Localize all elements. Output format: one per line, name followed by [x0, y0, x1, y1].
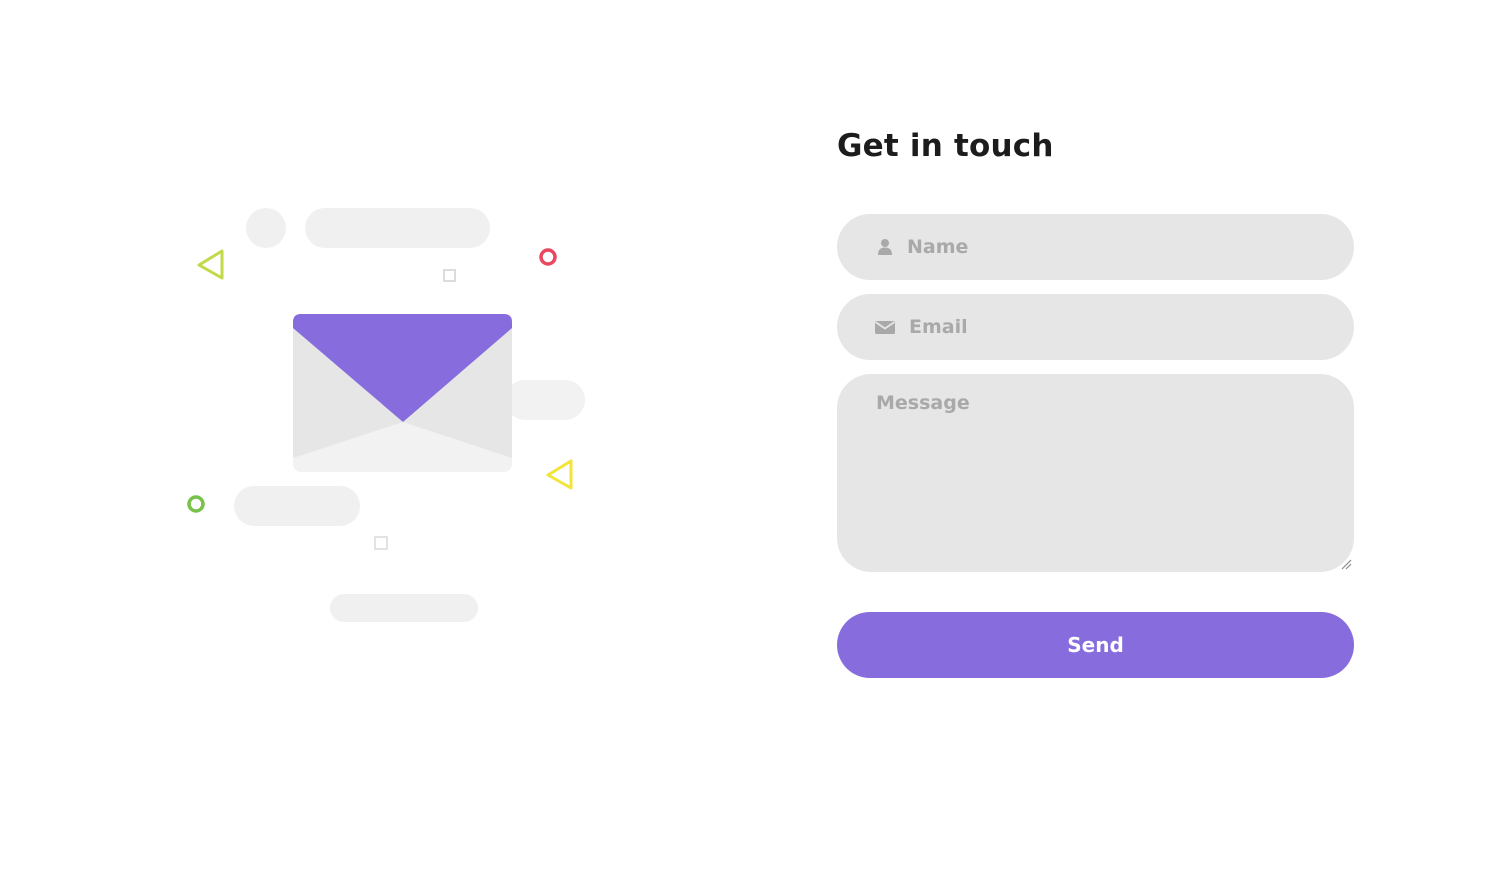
contact-form: Get in touch Name Email Message Send	[837, 120, 1354, 678]
blurred-bar	[234, 486, 360, 526]
envelope-graphic	[293, 314, 512, 472]
blurred-bar	[305, 208, 490, 248]
blurred-circle	[246, 208, 286, 248]
user-icon	[875, 237, 895, 257]
blurred-bar	[330, 594, 478, 622]
small-square-shape	[374, 536, 388, 550]
yellow-triangle-shape	[546, 459, 573, 490]
small-square-shape	[443, 269, 456, 282]
blurred-bar	[505, 380, 585, 420]
name-field-container[interactable]	[837, 214, 1354, 280]
red-ring-shape	[539, 248, 557, 266]
message-field-container[interactable]	[837, 374, 1354, 572]
name-input[interactable]	[905, 226, 1329, 268]
form-title: Get in touch	[837, 128, 1054, 164]
green-triangle-shape	[197, 249, 224, 280]
green-ring-shape	[187, 495, 205, 513]
illustration-svg	[187, 208, 585, 622]
contact-illustration	[0, 0, 760, 870]
email-input[interactable]	[907, 306, 1331, 348]
message-textarea[interactable]	[876, 392, 1336, 562]
resize-handle-icon[interactable]	[1340, 558, 1352, 570]
send-button[interactable]: Send	[837, 612, 1354, 678]
contact-page: Get in touch Name Email Message Send	[0, 0, 1508, 870]
email-field-container[interactable]	[837, 294, 1354, 360]
envelope-icon	[875, 317, 895, 337]
